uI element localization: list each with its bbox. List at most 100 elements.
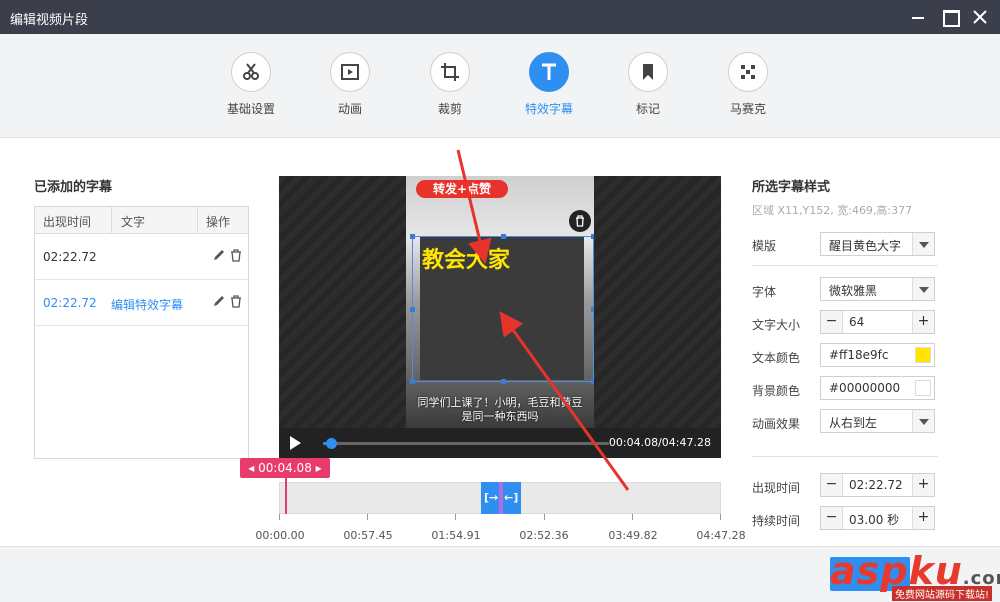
size-value[interactable]: 64 [849,315,864,329]
playhead-time: 00:04.08 [258,461,312,475]
scissors-icon [231,52,271,92]
watermark-tagline: 免费网站源码下载站! [892,586,993,601]
caret-left-icon[interactable]: ◂ [248,461,254,475]
divider [752,456,938,457]
divider [752,265,938,266]
plus-icon[interactable]: + [912,311,934,333]
tab-label: 基础设置 [226,102,275,116]
bookmark-icon [628,52,668,92]
text-color-field[interactable]: #ff18e9fc [820,343,935,367]
video-badge: 转发+点赞 [416,180,508,198]
tick-label: 02:52.36 [519,529,569,542]
tool-tabs: 基础设置 动画 裁剪 特效字幕 标记 马赛克 [0,34,1000,138]
bg-color-label: 背景颜色 [752,384,801,398]
title-bar: 编辑视频片段 [0,0,1000,34]
table-row[interactable]: 02:22.72 [35,234,248,280]
text-icon [529,52,569,92]
delete-subtitle-icon[interactable] [569,210,591,232]
edit-icon[interactable] [213,295,225,307]
timeline-ticks [279,514,721,522]
region-info: 区域 X11,Y152, 宽:469,高:377 [752,204,913,217]
delete-icon[interactable] [230,249,242,262]
bg-color-value[interactable]: #00000000 [829,381,900,395]
minus-icon[interactable]: − [821,507,843,529]
text-color-value[interactable]: #ff18e9fc [829,348,888,362]
playhead-line[interactable] [285,478,287,514]
animation-value: 从右到左 [829,416,878,430]
edit-icon[interactable] [213,249,225,261]
tab-effect-subtitle[interactable]: 特效字幕 [519,52,579,117]
animation-label: 动画效果 [752,417,801,431]
style-panel-title: 所选字幕样式 [752,180,831,195]
template-label: 模版 [752,239,777,253]
player-controls: 00:04.08/04:47.28 [279,428,721,458]
size-stepper[interactable]: − 64 + [820,310,935,334]
play-icon[interactable] [290,436,301,450]
tab-crop[interactable]: 裁剪 [420,52,480,117]
chevron-down-icon[interactable] [912,410,934,432]
window-title: 编辑视频片段 [10,13,89,28]
maximize-icon[interactable] [940,7,960,27]
template-value: 醒目黄色大字 [829,239,902,253]
tab-marker[interactable]: 标记 [618,52,678,117]
minus-icon[interactable]: − [821,311,843,333]
appear-time-stepper[interactable]: − 02:22.72 + [820,473,935,497]
clip-marker [499,482,503,514]
row-text: 编辑特效字幕 [111,298,184,312]
chevron-down-icon[interactable] [912,233,934,255]
mosaic-icon [728,52,768,92]
appear-time-label: 出现时间 [752,481,801,495]
time-readout: 00:04.08/04:47.28 [608,436,711,449]
appear-time-value[interactable]: 02:22.72 [849,478,903,492]
duration-label: 持续时间 [752,514,801,528]
column-header-time: 出现时间 [43,215,92,229]
font-select[interactable]: 微软雅黑 [820,277,935,301]
close-icon[interactable] [970,7,990,27]
progress-bar[interactable] [323,438,609,449]
minus-icon[interactable]: − [821,474,843,496]
tab-label: 标记 [635,102,660,116]
tab-basic-settings[interactable]: 基础设置 [221,52,281,117]
plus-icon[interactable]: + [912,474,934,496]
video-frame: 转发+点赞 教会大家 同学们上课了！小明，毛豆和黄豆 是同一种东西吗 [406,176,594,428]
font-label: 字体 [752,285,777,299]
video-preview[interactable]: 转发+点赞 教会大家 同学们上课了！小明，毛豆和黄豆 是同一种东西吗 [279,176,721,428]
tick-label: 00:00.00 [255,529,305,542]
text-color-label: 文本颜色 [752,351,801,365]
caption-line: 是同一种东西吗 [461,410,539,423]
clip-start-handle[interactable]: [→ [484,491,498,504]
tab-label: 裁剪 [437,102,462,116]
tab-mosaic[interactable]: 马赛克 [718,52,778,117]
crop-icon [430,52,470,92]
duration-stepper[interactable]: − 03.00 秒 + [820,506,935,530]
tick-label: 01:54.91 [431,529,481,542]
text-color-swatch[interactable] [915,347,931,363]
watermark: aspku.com 免费网站源码下载站! [766,549,1000,601]
subtitle-list-header: 出现时间 文字 操作 [35,207,248,234]
template-select[interactable]: 醒目黄色大字 [820,232,935,256]
clip-end-handle[interactable]: ←] [504,491,518,504]
column-header-actions: 操作 [206,215,231,229]
progress-knob[interactable] [326,438,337,449]
tab-label: 特效字幕 [524,102,573,116]
tab-animation[interactable]: 动画 [320,52,380,117]
minimize-icon[interactable] [908,7,928,27]
animation-select[interactable]: 从右到左 [820,409,935,433]
chevron-down-icon[interactable] [912,278,934,300]
delete-icon[interactable] [230,295,242,308]
row-time: 02:22.72 [43,296,97,310]
subtitle-list: 出现时间 文字 操作 02:22.72 02:22.72 编辑特效字幕 [34,206,249,459]
duration-value[interactable]: 03.00 秒 [849,511,899,528]
bg-color-field[interactable]: #00000000 [820,376,935,400]
caret-right-icon[interactable]: ▸ [316,461,322,475]
plus-icon[interactable]: + [912,507,934,529]
video-caption: 同学们上课了！小明，毛豆和黄豆 是同一种东西吗 [406,396,594,424]
tick-label: 04:47.28 [696,529,746,542]
row-time: 02:22.72 [43,250,97,264]
tab-label: 马赛克 [729,102,766,116]
bg-color-swatch[interactable] [915,380,931,396]
play-frame-icon [330,52,370,92]
table-row[interactable]: 02:22.72 编辑特效字幕 [35,280,248,326]
subtitle-selection-box[interactable] [410,234,594,384]
playhead-label[interactable]: ◂ 00:04.08 ▸ [240,458,330,478]
